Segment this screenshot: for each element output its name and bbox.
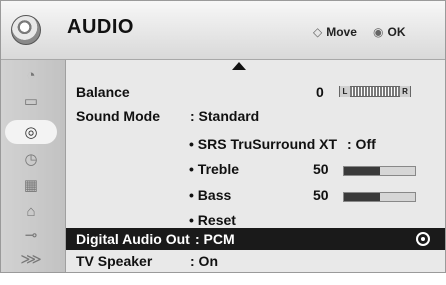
ok-hint: ◉ OK [373,25,405,39]
bass-slider[interactable] [343,192,416,202]
bass-label[interactable]: • Bass [189,187,231,203]
bass-value: 50 [313,187,329,203]
balance-right-label: R [400,86,410,97]
move-label: Move [326,25,357,39]
category-sidebar: ◔ ▭ ◎ ◷ ▦ ⌂ ⊸ ⋙ [1,60,66,272]
srs-label[interactable]: • SRS TruSurround XT [189,136,337,152]
usb-icon[interactable]: ⋙ [9,248,53,270]
lock-icon[interactable]: ⌂ [9,200,53,222]
move-hint: ◇ Move [313,25,357,39]
ok-label: OK [387,25,406,39]
input-icon[interactable]: ⊸ [9,224,53,246]
audio-menu-window: AUDIO ◇ Move ◉ OK ◔ ▭ ◎ ◷ ▦ ⌂ ⊸ ⋙ Balance … [0,0,446,273]
audio-icon[interactable]: ◎ [5,120,57,144]
balance-label[interactable]: Balance [76,84,130,100]
scroll-up-icon[interactable] [232,62,246,70]
balance-left-label: L [340,86,350,97]
page-title: AUDIO [67,16,134,38]
option-icon[interactable]: ▦ [9,174,53,196]
screen-icon[interactable]: ▭ [9,90,53,112]
select-radio-icon[interactable] [416,232,430,246]
digital-audio-out-value: : PCM [195,231,235,247]
time-icon[interactable]: ◷ [9,148,53,170]
balance-slider[interactable]: L R [339,86,411,97]
treble-value: 50 [313,161,329,177]
menu-header: AUDIO ◇ Move ◉ OK [1,1,445,60]
balance-value: 0 [316,84,324,100]
audio-header-icon [11,15,41,45]
sound-mode-value: : Standard [190,108,260,124]
srs-value: : Off [347,136,376,152]
reset-label[interactable]: • Reset [189,212,236,228]
ok-icon: ◉ [373,25,384,39]
bass-fill [344,193,380,201]
picture-icon[interactable]: ◔ [9,64,53,86]
menu-content: Balance 0 L R Sound Mode : Standard • SR… [66,60,445,272]
digital-audio-out-label: Digital Audio Out [76,231,190,247]
treble-fill [344,167,380,175]
sound-mode-label[interactable]: Sound Mode [76,108,160,124]
digital-audio-out-row[interactable]: Digital Audio Out : PCM [66,228,445,250]
treble-label[interactable]: • Treble [189,161,239,177]
tv-speaker-label[interactable]: TV Speaker [76,253,152,269]
move-icon: ◇ [313,25,323,39]
tv-speaker-value: : On [190,253,218,269]
treble-slider[interactable] [343,166,416,176]
